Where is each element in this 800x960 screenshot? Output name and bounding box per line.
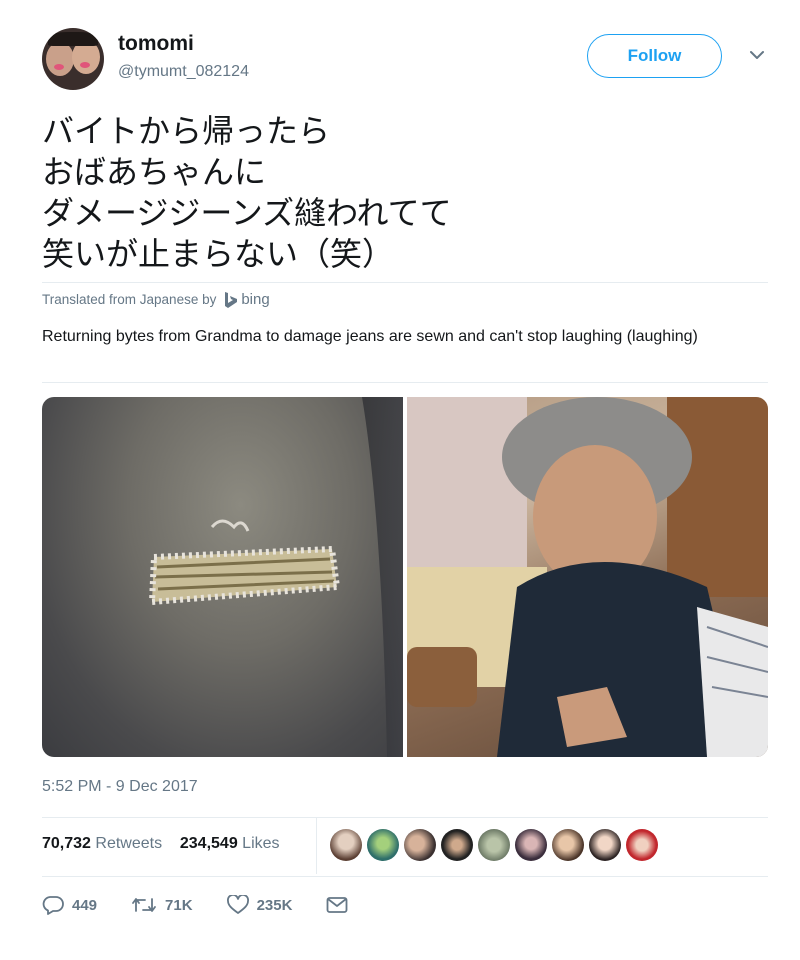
tweet: tomomi @tymumt_082124 Follow バイトから帰ったら お… <box>0 0 800 960</box>
divider <box>42 876 768 877</box>
bing-label: bing <box>241 291 270 308</box>
liker-avatar[interactable] <box>626 829 658 861</box>
reply-icon <box>42 896 64 915</box>
like-count: 235K <box>256 896 293 914</box>
photo-grandma-sewing[interactable] <box>407 397 768 757</box>
liker-avatar[interactable] <box>404 829 436 861</box>
retweets-label: Retweets <box>95 835 163 852</box>
liker-avatar[interactable] <box>367 829 399 861</box>
engagement-stats: 70,732 Retweets 234,549 Likes <box>42 835 280 853</box>
liker-avatar[interactable] <box>478 829 510 861</box>
tweet-text-line: 笑いが止まらない（笑） <box>42 235 395 273</box>
like-action[interactable]: 235K <box>226 895 293 915</box>
retweet-action[interactable]: 71K <box>131 895 193 915</box>
bing-icon[interactable]: bing <box>224 291 270 308</box>
divider <box>42 282 768 283</box>
likes-stat[interactable]: 234,549 Likes <box>180 835 280 852</box>
tweet-text-line: おばあちゃんに <box>42 153 267 191</box>
liker-avatar[interactable] <box>330 829 362 861</box>
follow-button[interactable]: Follow <box>587 34 722 78</box>
tweet-timestamp[interactable]: 5:52 PM - 9 Dec 2017 <box>42 778 198 796</box>
translated-from-label: Translated from Japanese by <box>42 292 217 307</box>
divider <box>42 817 768 818</box>
direct-message-action[interactable] <box>326 896 348 914</box>
chevron-down-icon[interactable] <box>748 48 766 62</box>
retweet-count: 71K <box>165 896 193 914</box>
photo-patched-jeans[interactable] <box>42 397 403 757</box>
retweets-count: 70,732 <box>42 835 91 852</box>
reply-action[interactable]: 449 <box>42 895 97 915</box>
liker-avatar[interactable] <box>552 829 584 861</box>
avatar[interactable] <box>42 28 104 90</box>
user-handle[interactable]: @tymumt_082124 <box>118 63 249 81</box>
retweet-icon <box>132 898 156 912</box>
media-gallery[interactable] <box>42 397 768 757</box>
translated-by: Translated from Japanese by bing <box>42 291 270 308</box>
liker-avatar[interactable] <box>589 829 621 861</box>
tweet-text-line: ダメージジーンズ縫われてて <box>42 194 452 232</box>
reply-count: 449 <box>72 896 98 914</box>
retweets-stat[interactable]: 70,732 Retweets <box>42 835 162 852</box>
tweet-actions: 449 71K 235K <box>42 895 382 915</box>
likers-avatars <box>330 829 658 861</box>
mail-icon <box>327 897 348 913</box>
liker-avatar[interactable] <box>515 829 547 861</box>
likes-label: Likes <box>242 835 280 852</box>
likes-count: 234,549 <box>179 835 238 852</box>
liker-avatar[interactable] <box>441 829 473 861</box>
tweet-text-line: バイトから帰ったら <box>42 112 331 150</box>
translated-text: Returning bytes from Grandma to damage j… <box>42 328 698 345</box>
heart-icon <box>226 895 249 914</box>
display-name[interactable]: tomomi <box>118 32 194 56</box>
divider <box>42 382 768 383</box>
stats-separator <box>316 818 317 874</box>
